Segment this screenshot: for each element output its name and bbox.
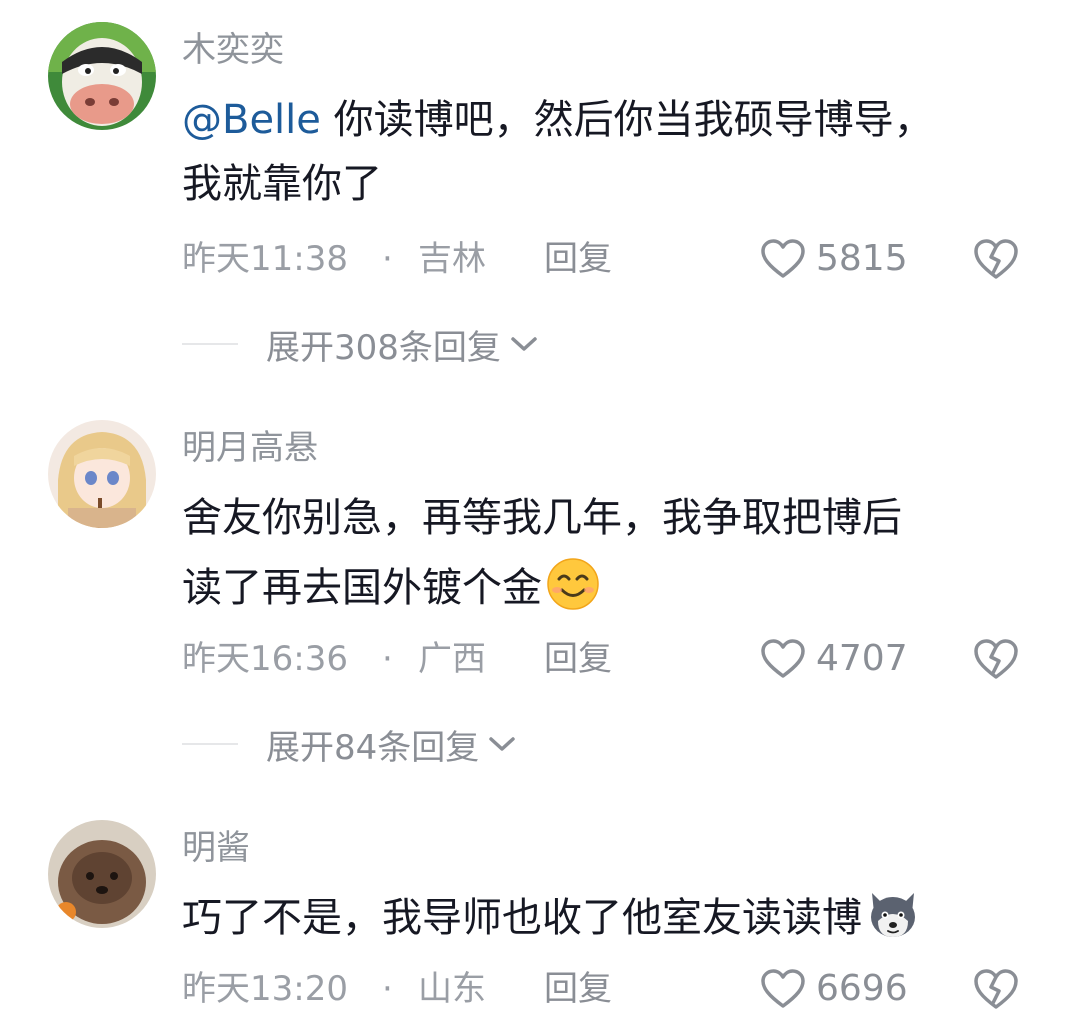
comment-meta: 昨天11:38 · 吉林 回复 5815 [182, 235, 1080, 283]
reply-button[interactable]: 回复 [544, 635, 612, 683]
avatar[interactable] [48, 22, 156, 130]
husky-dog-emoji [864, 887, 922, 960]
comment-meta: 昨天13:20 · 山东 回复 6696 [182, 965, 1080, 1013]
username[interactable]: 明酱 [182, 828, 250, 868]
heart-icon [761, 639, 805, 678]
timestamp: 昨天13:20 [182, 969, 348, 1009]
divider-line [182, 343, 238, 345]
expand-replies-label: 展开84条回复 [266, 727, 480, 768]
dislike-button[interactable] [972, 967, 1020, 1024]
comment-text-line: 舍友你别急，再等我几年，我争取把博后 [182, 495, 902, 541]
comment-text: 读了再去国外镀个金 [182, 556, 1022, 630]
username[interactable]: 明月高悬 [182, 428, 318, 468]
comment-text-line: 巧了不是，我导师也收了他室友读读博 [182, 895, 862, 941]
broken-heart-icon [974, 969, 1018, 1009]
broken-heart-icon [974, 639, 1018, 679]
reply-button[interactable]: 回复 [544, 235, 612, 283]
timestamp: 昨天16:36 [182, 639, 348, 679]
dislike-button[interactable] [972, 637, 1020, 694]
smiling-face-emoji [544, 557, 602, 630]
dislike-button[interactable] [972, 237, 1020, 294]
expand-replies-button[interactable]: 展开308条回复 [182, 320, 539, 368]
chevron-down-icon [511, 337, 537, 351]
location: 广西 [418, 639, 486, 679]
like-button[interactable]: 5815 [760, 235, 908, 283]
separator-dot: · [382, 969, 393, 1009]
divider-line [182, 743, 238, 745]
avatar[interactable] [48, 420, 156, 528]
expand-replies-button[interactable]: 展开84条回复 [182, 720, 517, 768]
timestamp: 昨天11:38 [182, 239, 348, 279]
comment-text-line: 你读博吧，然后你当我硕导博导， [320, 97, 934, 143]
like-count: 6696 [816, 968, 908, 1009]
like-button[interactable]: 6696 [760, 965, 908, 1013]
heart-icon [761, 969, 805, 1008]
username[interactable]: 木奕奕 [182, 30, 284, 70]
comment-meta: 昨天16:36 · 广西 回复 4707 [182, 635, 1080, 683]
location: 山东 [418, 969, 486, 1009]
location: 吉林 [418, 239, 486, 279]
heart-icon [761, 239, 805, 278]
avatar[interactable] [48, 820, 156, 928]
comment-text-line: 读了再去国外镀个金 [182, 565, 542, 611]
like-button[interactable]: 4707 [760, 635, 908, 683]
comment-text: 巧了不是，我导师也收了他室友读读博 [182, 886, 1022, 960]
separator-dot: · [382, 639, 393, 679]
like-count: 5815 [816, 238, 908, 279]
separator-dot: · [382, 239, 393, 279]
reply-button[interactable]: 回复 [544, 965, 612, 1013]
broken-heart-icon [974, 239, 1018, 279]
comment-text-line: 我就靠你了 [182, 161, 382, 207]
mention-link[interactable]: @Belle [182, 97, 321, 143]
like-count: 4707 [816, 638, 908, 679]
expand-replies-label: 展开308条回复 [266, 327, 501, 368]
chevron-down-icon [489, 737, 516, 751]
comment-text: @Belle 你读博吧，然后你当我硕导博导， [182, 88, 1022, 152]
